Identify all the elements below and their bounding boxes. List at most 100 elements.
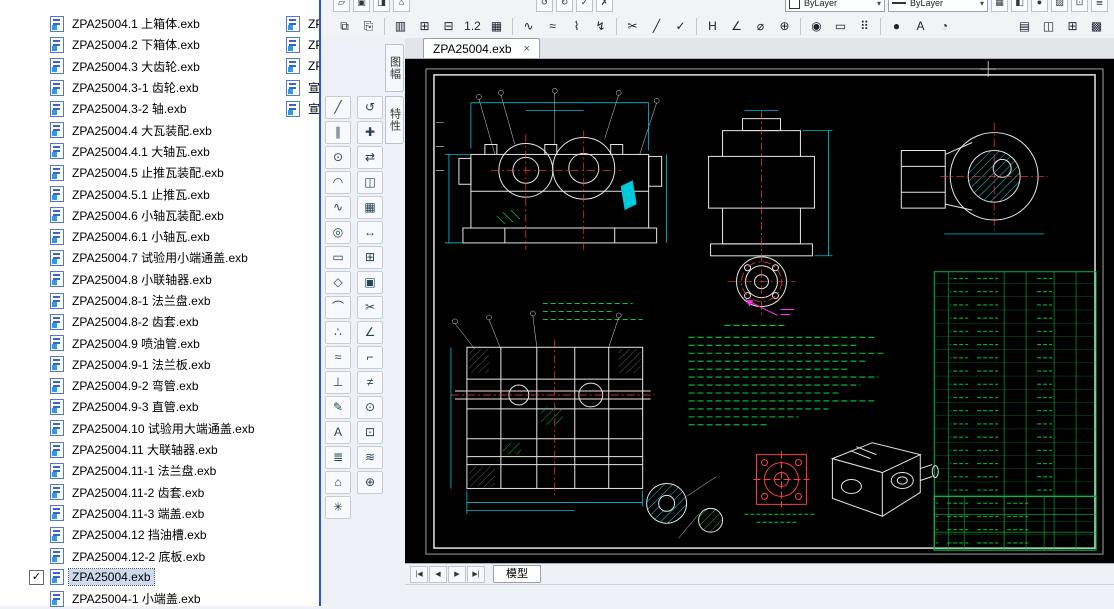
file-name[interactable]: ZPA25004.11 大联轴器.exb [69, 440, 221, 459]
toolbar-icon[interactable]: ⊞ [1061, 16, 1084, 37]
file-name[interactable]: ZPA25004.8 小联轴器.exb [69, 270, 215, 289]
toolbar-icon[interactable]: ⊡ [1071, 0, 1088, 12]
edit-tool-icon[interactable]: ◫ [357, 171, 383, 194]
edit-tool-icon[interactable]: ≠ [357, 371, 383, 394]
draw-tool-icon[interactable]: ✎ [325, 396, 351, 419]
file-name[interactable]: ZPA25004.9-3 直管.exb [69, 397, 202, 416]
sheet-nav-button[interactable]: ▶ [448, 566, 466, 583]
toolbar-icon[interactable]: ▨ [1051, 0, 1068, 12]
edit-tool-icon[interactable]: ▣ [357, 271, 383, 294]
edit-tool-icon[interactable]: ⊡ [357, 421, 383, 444]
file-name[interactable]: ZPA25004.10 试验用大端通盖.exb [69, 419, 258, 438]
file-list-item[interactable]: ZPA25004.9-3 直管.exb [0, 396, 319, 417]
file-list-item[interactable]: ZPA25004.4.1 大轴瓦.exb [0, 141, 319, 162]
edit-tool-icon[interactable]: ↺ [357, 96, 383, 119]
file-list-item[interactable]: ZPA25004.9-2 弯管.exb [0, 375, 319, 396]
draw-tool-icon[interactable]: ▭ [325, 246, 351, 269]
toolbar-icon[interactable]: ◔ [933, 16, 956, 37]
file-list-item[interactable]: ZPA25004.8-2 齿套.exb [0, 311, 319, 332]
toolbar-icon[interactable]: ⧉ [333, 16, 356, 37]
toolbar-icon[interactable]: ◫ [1037, 16, 1060, 37]
tab-document[interactable]: ZPA25004.exb × [423, 38, 540, 58]
toolbar-icon[interactable]: ∿ [517, 16, 540, 37]
file-name[interactable]: ZPA25004.9-1 法兰板.exb [69, 355, 214, 374]
file-name[interactable]: ZPA25004.3-2 轴.exb [69, 99, 190, 118]
file-list-item[interactable]: ZPA25004.1 上箱体.exb [0, 13, 319, 34]
edit-tool-icon[interactable]: ✂ [357, 296, 383, 319]
toolbar-icon[interactable]: H [701, 16, 724, 37]
color-bylayer-dropdown[interactable]: ByLayer▾ [785, 0, 885, 12]
toolbar-icon[interactable]: ✂ [621, 16, 644, 37]
file-name[interactable]: ZPA25004.12 挡油槽.exb [69, 525, 210, 544]
toolbar-icon[interactable]: ⌀ [749, 16, 772, 37]
edit-tool-icon[interactable]: ▦ [357, 196, 383, 219]
toolbar-icon[interactable]: 1.2 [461, 16, 484, 37]
file-name[interactable]: ZPA25004.12-2 底板.exb [69, 547, 208, 566]
toolbar-icon[interactable]: ● [885, 16, 908, 37]
edit-tool-icon[interactable]: ⊞ [357, 246, 383, 269]
edit-tool-icon[interactable]: ⊕ [357, 471, 383, 494]
tab-sheet[interactable]: 图幅 [385, 44, 404, 92]
toolbar-icon[interactable]: A [909, 16, 932, 37]
file-list-item-overflow[interactable]: 宣 [286, 98, 319, 119]
toolbar-icon[interactable]: ▭ [829, 16, 852, 37]
file-list-item[interactable]: ZPA25004.10 试验用大端通盖.exb [0, 418, 319, 439]
toolbar-icon[interactable]: ▤ [1013, 16, 1036, 37]
file-list-item[interactable]: ZPA25004.11-2 齿套.exb [0, 482, 319, 503]
file-name[interactable]: ZPA25004.4.1 大轴瓦.exb [69, 142, 213, 161]
toolbar-icon[interactable]: ⊟ [437, 16, 460, 37]
file-name[interactable]: ZPA25004.1 上箱体.exb [69, 14, 203, 33]
close-icon[interactable]: × [524, 43, 530, 55]
file-list-item[interactable]: ZPA25004.8-1 法兰盘.exb [0, 290, 319, 311]
draw-tool-icon[interactable]: ✳ [325, 496, 351, 519]
toolbar-icon[interactable]: ↻ [556, 0, 573, 12]
toolbar-icon[interactable]: ● [1031, 0, 1048, 12]
toolbar-icon[interactable]: ✗ [596, 0, 613, 12]
toolbar-icon[interactable]: ⊞ [413, 16, 436, 37]
draw-tool-icon[interactable]: ⌂ [325, 471, 351, 494]
file-name[interactable]: ZPA25004.4 大瓦装配.exb [69, 121, 215, 140]
toolbar-icon[interactable]: ▥ [389, 16, 412, 37]
linetype-bylayer-dropdown[interactable]: ByLayer▾ [888, 0, 988, 12]
toolbar-icon[interactable]: ⌇ [565, 16, 588, 37]
draw-tool-icon[interactable]: ≣ [325, 446, 351, 469]
edit-tool-icon[interactable]: ≋ [357, 446, 383, 469]
file-name[interactable]: ZPA25004.9-2 弯管.exb [69, 376, 202, 395]
file-list-item-overflow[interactable]: 宣 [286, 77, 319, 98]
edit-tool-icon[interactable]: ↔ [357, 221, 383, 244]
toolbar-icon[interactable]: ◧ [1011, 0, 1028, 12]
toolbar-icon[interactable]: ∠ [725, 16, 748, 37]
file-list-item-overflow[interactable]: ZP [286, 13, 319, 34]
toolbar-icon[interactable]: ◨ [373, 0, 390, 12]
sheet-nav-button[interactable]: ▶| [467, 566, 485, 583]
file-name[interactable]: ZPA25004.8-1 法兰盘.exb [69, 291, 214, 310]
file-name[interactable]: ZPA25004.8-2 齿套.exb [69, 312, 202, 331]
file-name[interactable]: ZPA25004.5.1 止推瓦.exb [69, 185, 213, 204]
file-name[interactable]: ZPA25004.exb [69, 569, 154, 585]
file-checkbox[interactable]: ✓ [29, 570, 44, 585]
sheet-nav-button[interactable]: ◀ [429, 566, 447, 583]
file-list-item[interactable]: ZPA25004.3 大齿轮.exb [0, 56, 319, 77]
file-name[interactable]: ZPA25004.2 下箱体.exb [69, 35, 203, 54]
file-list-item[interactable]: ZPA25004.3-1 齿轮.exb [0, 77, 319, 98]
toolbar-icon[interactable]: ▩ [1085, 16, 1108, 37]
toolbar-icon[interactable]: ≈ [541, 16, 564, 37]
draw-tool-icon[interactable]: A [325, 421, 351, 444]
toolbar-icon[interactable]: ▦ [991, 0, 1008, 12]
file-list-item[interactable]: ZPA25004.5 止推瓦装配.exb [0, 162, 319, 183]
toolbar-icon[interactable]: ╱ [645, 16, 668, 37]
edit-tool-icon[interactable]: ∠ [357, 321, 383, 344]
toolbar-icon[interactable]: ↯ [589, 16, 612, 37]
draw-tool-icon[interactable]: ◇ [325, 271, 351, 294]
file-list-item[interactable]: ZPA25004.11 大联轴器.exb [0, 439, 319, 460]
file-name[interactable]: ZPA25004-1 小端盖.exb [69, 589, 204, 608]
file-list-item[interactable]: ZPA25004.4 大瓦装配.exb [0, 119, 319, 140]
draw-tool-icon[interactable]: ∥ [325, 121, 351, 144]
file-list-item[interactable]: ZPA25004.11-3 端盖.exb [0, 503, 319, 524]
file-list-item[interactable]: ZPA25004.9 喷油管.exb [0, 332, 319, 353]
toolbar-icon[interactable]: ≣ [1091, 0, 1108, 12]
file-name[interactable]: ZPA25004.11-2 齿套.exb [69, 483, 207, 502]
draw-tool-icon[interactable]: ∿ [325, 196, 351, 219]
draw-tool-icon[interactable]: ⌒ [325, 296, 351, 319]
file-list-item[interactable]: ZPA25004.12 挡油槽.exb [0, 524, 319, 545]
